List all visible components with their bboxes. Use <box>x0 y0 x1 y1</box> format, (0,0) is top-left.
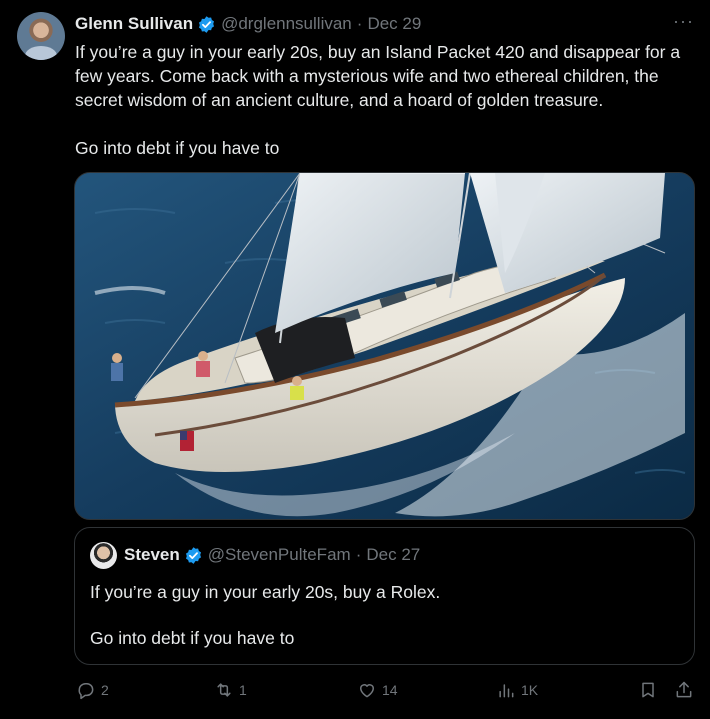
tweet-photo[interactable] <box>74 172 695 520</box>
reply-icon <box>78 683 94 700</box>
tweet-header: Glenn Sullivan @drglennsullivan · Dec 29… <box>75 11 694 35</box>
tweet-date[interactable]: Dec 29 <box>367 14 421 34</box>
quoted-tweet-date[interactable]: Dec 27 <box>366 545 420 565</box>
quoted-tweet-header: Steven @StevenPulteFam · Dec 27 <box>124 545 420 565</box>
retweet-count: 1 <box>239 682 247 698</box>
author-name[interactable]: Glenn Sullivan <box>75 14 193 34</box>
heart-icon <box>360 684 374 698</box>
views-chart-icon <box>499 684 514 698</box>
quoted-author-name[interactable]: Steven <box>124 545 180 565</box>
tweet-text: If you’re a guy in your early 20s, buy a… <box>75 42 681 158</box>
author-handle[interactable]: @drglennsullivan <box>221 14 352 34</box>
tweet-actions: 2 1 14 1K <box>76 680 696 706</box>
views-button[interactable]: 1K <box>496 680 538 700</box>
like-count: 14 <box>382 682 398 698</box>
sailboat-image <box>75 173 694 519</box>
bookmark-button[interactable] <box>638 680 663 700</box>
quoted-tweet-text-line2: Go into debt if you have to <box>90 628 295 648</box>
share-icon <box>676 681 692 698</box>
author-avatar[interactable] <box>17 12 65 60</box>
share-button[interactable] <box>674 680 699 700</box>
verified-badge-icon <box>185 546 201 564</box>
bookmark-icon <box>642 682 654 698</box>
reply-count: 2 <box>101 682 109 698</box>
retweet-button[interactable]: 1 <box>214 680 247 700</box>
quoted-author-handle[interactable]: @StevenPulteFam <box>208 545 351 565</box>
views-count: 1K <box>521 682 539 698</box>
like-button[interactable]: 14 <box>357 680 398 700</box>
retweet-icon <box>217 683 231 697</box>
separator-dot: · <box>355 545 362 564</box>
separator-dot: · <box>356 14 363 33</box>
quoted-author-avatar[interactable] <box>90 542 117 569</box>
quoted-tweet[interactable]: Steven @StevenPulteFam · Dec 27 If you’r… <box>74 527 695 665</box>
verified-badge-icon <box>199 15 215 33</box>
quoted-tweet-text-line1: If you’re a guy in your early 20s, buy a… <box>90 582 441 602</box>
more-icon[interactable]: ··· <box>673 11 694 32</box>
reply-button[interactable]: 2 <box>76 680 109 700</box>
